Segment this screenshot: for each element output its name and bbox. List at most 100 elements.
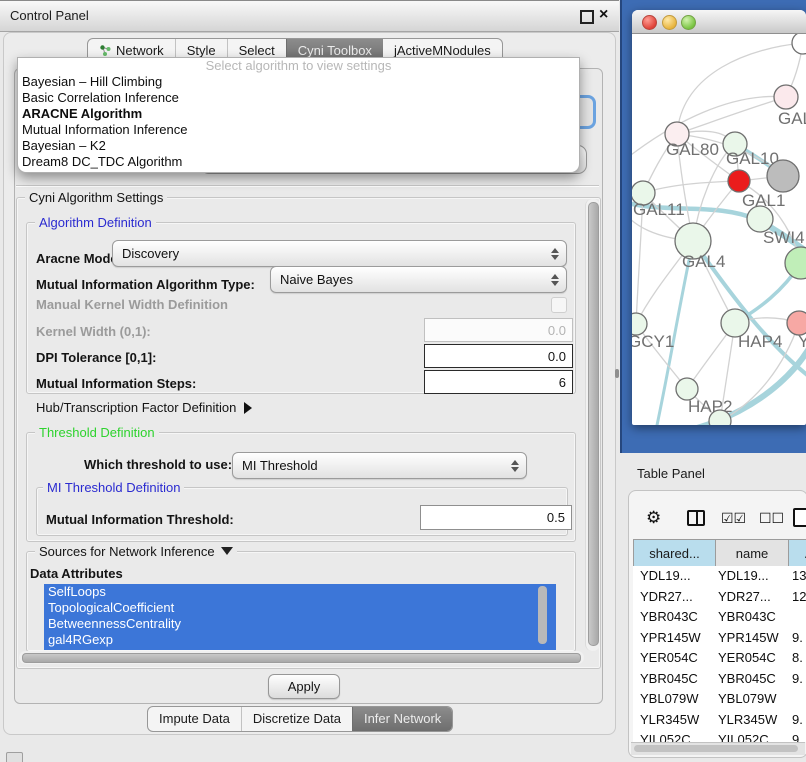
table-row[interactable]: YDR27...YDR27...12 (633, 587, 806, 608)
apply-button[interactable]: Apply (268, 674, 340, 699)
table-row[interactable]: YBL079WYBL079W (633, 689, 806, 710)
section-divider (16, 185, 599, 187)
aracne-mode-combobox[interactable]: Discovery (112, 240, 567, 267)
dropdown-option[interactable]: Basic Correlation Inference (18, 90, 579, 106)
list-item-selected[interactable]: gal4RGexp (44, 632, 556, 648)
dropdown-option[interactable]: Mutual Information Inference (18, 122, 579, 138)
column-header-shared-name[interactable]: shared... (634, 540, 716, 566)
network-edge (643, 181, 739, 193)
scrollbar-thumb[interactable] (22, 653, 581, 663)
table-row[interactable]: YER054CYER054C8. (633, 648, 806, 669)
expander-arrow-right-icon (244, 402, 252, 414)
dropdown-option-selected[interactable]: ARACNE Algorithm (18, 106, 579, 122)
list-scrollbar-thumb[interactable] (538, 586, 547, 644)
kernel-width-field[interactable]: 0.0 (424, 318, 573, 342)
network-window-titlebar[interactable] (632, 10, 806, 34)
list-item-selected[interactable]: SelfLoops (44, 584, 556, 600)
data-attributes-label: Data Attributes (30, 566, 123, 581)
network-node[interactable] (767, 160, 799, 192)
settings-vertical-scrollbar[interactable] (585, 199, 600, 651)
table-row[interactable]: YPR145WYPR145W9. (633, 628, 806, 649)
tab-impute-data[interactable]: Impute Data (148, 707, 241, 731)
dropdown-option[interactable]: Dream8 DC_TDC Algorithm (18, 154, 579, 170)
group-title: Threshold Definition (35, 425, 159, 440)
float-panel-icon[interactable] (580, 10, 594, 24)
network-node-label: GCY1 (632, 332, 674, 351)
gear-icon[interactable]: ⚙ (646, 508, 661, 528)
mi-type-combobox[interactable]: Naive Bayes (270, 266, 567, 293)
network-node-label: SWI4 (763, 228, 805, 247)
scrollbar-thumb[interactable] (588, 202, 599, 646)
combobox-arrows-icon (551, 248, 559, 260)
settings-horizontal-scrollbar[interactable] (19, 651, 584, 664)
dropdown-option[interactable]: Bayesian – K2 (18, 138, 579, 154)
column-header-name[interactable]: name (716, 540, 789, 566)
dpi-tolerance-field[interactable]: 0.0 (424, 344, 573, 368)
hub-definition-expander[interactable]: Hub/Transcription Factor Definition (36, 400, 252, 415)
network-node-label: GAL80 (666, 140, 719, 159)
minimize-traffic-light-icon[interactable] (662, 15, 677, 30)
manual-kernel-checkbox[interactable] (551, 297, 567, 313)
tab-discretize-data[interactable]: Discretize Data (241, 707, 352, 731)
combobox-arrows-icon (511, 460, 519, 472)
mi-threshold-label: Mutual Information Threshold: (46, 508, 234, 531)
select-all-checkboxes-icon[interactable]: ☑☑ (721, 508, 746, 528)
sources-group-title[interactable]: Sources for Network Inference (35, 544, 237, 559)
close-traffic-light-icon[interactable] (642, 15, 657, 30)
deselect-all-checkboxes-icon[interactable]: ☐☐ (759, 508, 784, 528)
network-node[interactable] (785, 247, 806, 279)
which-threshold-label: Which threshold to use: (84, 452, 232, 477)
group-title: MI Threshold Definition (43, 480, 184, 495)
table-horizontal-scrollbar[interactable] (631, 742, 805, 755)
list-item-clipped (44, 648, 556, 650)
network-graph: GALGAL80GAL10GAL1GAL11SWI4GAL4GCY1HAP4YH… (632, 34, 806, 425)
tab-infer-network[interactable]: Infer Network (352, 707, 452, 731)
network-node-label: GAL11 (633, 200, 685, 219)
table-panel-title: Table Panel (637, 466, 705, 481)
network-canvas[interactable]: GALGAL80GAL10GAL1GAL11SWI4GAL4GCY1HAP4YH… (632, 34, 806, 425)
kernel-width-label: Kernel Width (0,1): (36, 321, 151, 343)
bottom-tabs: Impute Data Discretize Data Infer Networ… (147, 706, 453, 732)
close-icon[interactable]: × (599, 6, 608, 24)
network-node-label: Y (798, 332, 806, 351)
list-item-selected[interactable]: BetweennessCentrality (44, 616, 556, 632)
split-columns-icon[interactable] (687, 510, 705, 526)
collapsed-panel-icon[interactable] (6, 752, 23, 762)
table-row[interactable]: YBR043CYBR043C (633, 607, 806, 628)
expander-arrow-down-icon (221, 547, 233, 555)
network-node-GAL[interactable] (774, 85, 798, 109)
dropdown-option[interactable]: Bayesian – Hill Climbing (18, 74, 579, 90)
column-header-clipped[interactable]: A (789, 540, 806, 566)
scrollbar-thumb[interactable] (634, 745, 798, 752)
table-row[interactable]: YLR345WYLR345W9. (633, 710, 806, 731)
new-table-icon[interactable] (793, 508, 806, 527)
network-node-GAL1[interactable] (728, 170, 750, 192)
table-body: YDL19...YDL19...13 YDR27...YDR27...12 YB… (633, 566, 806, 742)
mi-type-label: Mutual Information Algorithm Type: (36, 272, 255, 297)
dropdown-placeholder: Select algorithm to view settings (18, 58, 579, 74)
table-row[interactable]: YIL052CYIL052C9. (633, 730, 806, 742)
control-panel-titlebar: Control Panel × (0, 0, 619, 32)
screen: Control Panel × Network Style Select Cyn… (0, 0, 806, 762)
table-row[interactable]: YBR045CYBR045C9. (633, 669, 806, 690)
which-threshold-combobox[interactable]: MI Threshold (232, 452, 527, 479)
network-node-label: GAL4 (682, 252, 725, 271)
mi-threshold-field[interactable]: 0.5 (420, 505, 572, 530)
mi-steps-label: Mutual Information Steps: (36, 373, 196, 395)
network-node-label: HAP4 (738, 332, 782, 351)
combobox-arrows-icon (551, 274, 559, 286)
table-row[interactable]: YDL19...YDL19...13 (633, 566, 806, 587)
network-window: GALGAL80GAL10GAL1GAL11SWI4GAL4GCY1HAP4YH… (632, 10, 806, 425)
split-pane-handle[interactable] (615, 369, 619, 378)
dpi-tolerance-label: DPI Tolerance [0,1]: (36, 347, 156, 369)
mi-steps-field[interactable]: 6 (424, 370, 573, 394)
data-attributes-list: SelfLoops TopologicalCoefficient Between… (44, 584, 556, 650)
control-panel-title: Control Panel (10, 1, 89, 31)
aracne-mode-label: Aracne Mode: (36, 246, 122, 271)
group-title: Algorithm Definition (35, 215, 156, 230)
network-node[interactable] (792, 34, 806, 54)
list-item-selected[interactable]: TopologicalCoefficient (44, 600, 556, 616)
zoom-traffic-light-icon[interactable] (681, 15, 696, 30)
algorithm-dropdown-popup: Select algorithm to view settings Bayesi… (17, 57, 580, 173)
manual-kernel-label: Manual Kernel Width Definition (36, 297, 228, 312)
